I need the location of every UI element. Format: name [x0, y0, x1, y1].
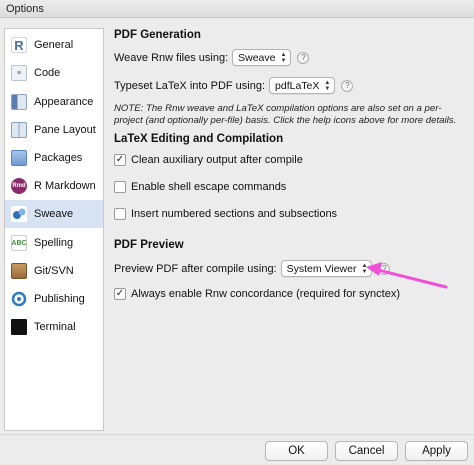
sweave-settings-pane: PDF Generation Weave Rnw files using: Sw… [108, 24, 470, 434]
sidebar-item-label: Sweave [34, 208, 74, 220]
sidebar-item-appearance[interactable]: Appearance [5, 88, 103, 116]
preview-select[interactable]: System Viewer ▲▼ [280, 260, 373, 277]
numbered-sections-checkbox[interactable] [114, 208, 126, 220]
help-icon[interactable]: ? [297, 51, 310, 64]
sidebar-item-sweave[interactable]: Sweave [5, 200, 103, 228]
shell-escape-label: Enable shell escape commands [131, 181, 287, 193]
typeset-row: Typeset LaTeX into PDF using: pdfLaTeX ▲… [114, 77, 354, 94]
concordance-label: Always enable Rnw concordance (required … [131, 288, 401, 300]
sidebar-item-rmarkdown[interactable]: Rmd R Markdown [5, 172, 103, 200]
select-arrows-icon: ▲▼ [361, 262, 368, 275]
typeset-select-value: pdfLaTeX [275, 79, 320, 92]
rmarkdown-icon: Rmd [11, 178, 27, 194]
ok-button[interactable]: OK [265, 441, 328, 461]
shell-escape-option[interactable]: Enable shell escape commands [114, 181, 286, 193]
typeset-select[interactable]: pdfLaTeX ▲▼ [269, 77, 336, 94]
weave-select[interactable]: Sweave ▲▼ [232, 49, 292, 66]
terminal-icon [11, 319, 27, 335]
cancel-button[interactable]: Cancel [335, 441, 398, 461]
window-title: Options [0, 0, 474, 18]
preview-select-value: System Viewer [286, 262, 357, 275]
select-arrows-icon: ▲▼ [324, 79, 331, 92]
sidebar-item-label: Publishing [34, 293, 85, 305]
sidebar-item-publishing[interactable]: Publishing [5, 285, 103, 313]
appearance-icon [11, 94, 27, 110]
packages-icon [11, 150, 27, 166]
help-icon[interactable]: ? [378, 262, 391, 275]
numbered-sections-label: Insert numbered sections and subsections [131, 208, 338, 220]
publishing-icon [11, 291, 27, 307]
r-icon: R [11, 37, 27, 53]
spelling-icon: ABC [11, 235, 27, 251]
options-sidebar: R General ≡ Code Appearance Pane Layout … [4, 28, 104, 431]
concordance-option[interactable]: ✓ Always enable Rnw concordance (require… [114, 288, 400, 300]
pane-layout-icon [11, 122, 27, 138]
sidebar-item-label: Git/SVN [34, 265, 74, 277]
help-icon[interactable]: ? [341, 79, 354, 92]
sidebar-item-label: Pane Layout [34, 124, 96, 136]
shell-escape-checkbox[interactable] [114, 181, 126, 193]
sidebar-item-general[interactable]: R General [5, 31, 103, 59]
numbered-sections-option[interactable]: Insert numbered sections and subsections [114, 208, 337, 220]
pdf-generation-heading: PDF Generation [114, 29, 201, 41]
footer-divider [0, 434, 474, 435]
sidebar-item-label: Spelling [34, 237, 74, 249]
sidebar-item-label: General [34, 39, 74, 51]
clean-aux-label: Clean auxiliary output after compile [131, 154, 303, 166]
weave-select-value: Sweave [238, 51, 276, 64]
sidebar-item-label: Terminal [34, 321, 76, 333]
sidebar-item-terminal[interactable]: Terminal [5, 313, 103, 341]
sidebar-item-label: Appearance [34, 96, 94, 108]
preview-row: Preview PDF after compile using: System … [114, 260, 391, 277]
sidebar-item-spelling[interactable]: ABC Spelling [5, 229, 103, 257]
sidebar-item-label: R Markdown [34, 180, 96, 192]
select-arrows-icon: ▲▼ [280, 51, 287, 64]
code-icon: ≡ [11, 65, 27, 81]
sidebar-item-code[interactable]: ≡ Code [5, 59, 103, 87]
preview-label: Preview PDF after compile using: [114, 262, 277, 275]
sweave-icon [11, 206, 27, 222]
typeset-label: Typeset LaTeX into PDF using: [114, 79, 266, 92]
sidebar-item-packages[interactable]: Packages [5, 144, 103, 172]
clean-aux-checkbox[interactable]: ✓ [114, 154, 126, 166]
weave-row: Weave Rnw files using: Sweave ▲▼ ? [114, 49, 310, 66]
sidebar-item-pane-layout[interactable]: Pane Layout [5, 116, 103, 144]
latex-editing-heading: LaTeX Editing and Compilation [114, 133, 284, 145]
sidebar-item-git-svn[interactable]: Git/SVN [5, 257, 103, 285]
pdf-preview-heading: PDF Preview [114, 239, 184, 251]
clean-aux-option[interactable]: ✓ Clean auxiliary output after compile [114, 154, 303, 166]
weave-label: Weave Rnw files using: [114, 51, 229, 64]
concordance-checkbox[interactable]: ✓ [114, 288, 126, 300]
sidebar-item-label: Code [34, 67, 61, 79]
sidebar-item-label: Packages [34, 152, 83, 164]
compilation-note: NOTE: The Rnw weave and LaTeX compilatio… [114, 103, 457, 126]
git-svn-icon [11, 263, 27, 279]
apply-button[interactable]: Apply [405, 441, 468, 461]
